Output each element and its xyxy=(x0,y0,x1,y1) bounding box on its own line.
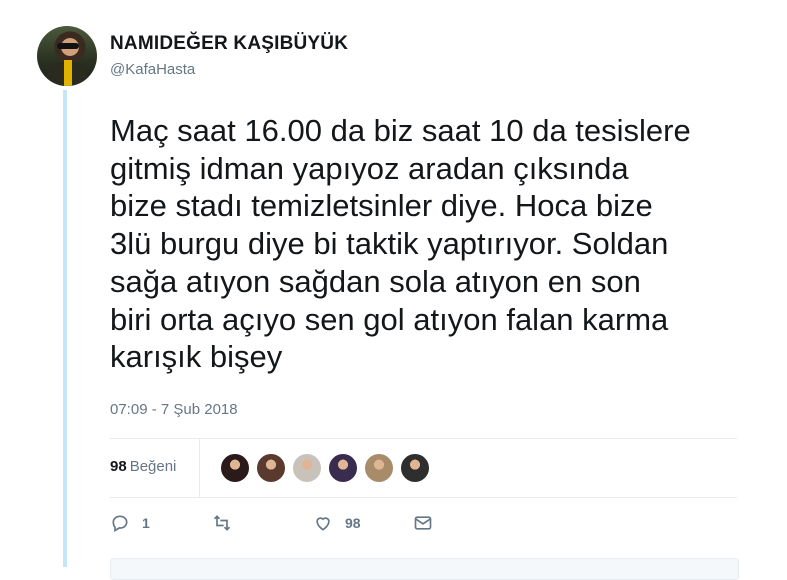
liker-avatar-4[interactable] xyxy=(328,453,358,483)
liker-avatar-2[interactable] xyxy=(256,453,286,483)
reply-button[interactable]: 1 xyxy=(110,513,150,533)
reply-icon xyxy=(112,515,128,532)
liker-avatar-6[interactable] xyxy=(400,453,430,483)
author-display-name[interactable]: NAMIDEĞER KAŞIBÜYÜK xyxy=(110,33,348,55)
heart-icon xyxy=(316,517,330,531)
stats-separator xyxy=(199,439,200,497)
divider-bottom xyxy=(110,497,737,498)
tweet-text: Maç saat 16.00 da biz saat 10 da tesisle… xyxy=(110,113,691,375)
like-count: 98 xyxy=(345,515,361,531)
liker-avatar-5[interactable] xyxy=(364,453,394,483)
author-handle[interactable]: @KafaHasta xyxy=(110,61,195,78)
message-icon xyxy=(414,516,432,530)
avatar[interactable] xyxy=(37,26,97,86)
avatar-sunglasses xyxy=(57,43,79,49)
tweet-timestamp[interactable]: 07:09 - 7 Şub 2018 xyxy=(110,401,238,418)
thread-connector-line xyxy=(63,90,67,567)
tweet-actions: 1 98 xyxy=(110,513,737,543)
reply-count: 1 xyxy=(142,515,150,531)
like-button[interactable]: 98 xyxy=(313,513,361,533)
retweet-icon xyxy=(213,515,231,531)
likes-label: Beğeni xyxy=(129,458,177,475)
liker-avatar-1[interactable] xyxy=(220,453,250,483)
retweet-button[interactable] xyxy=(212,513,244,533)
stats-row: 98 Beğeni xyxy=(110,439,737,497)
liker-avatar-3[interactable] xyxy=(292,453,322,483)
likes-stat[interactable]: 98 Beğeni xyxy=(110,458,176,475)
reply-input-box[interactable] xyxy=(110,558,739,580)
direct-message-button[interactable] xyxy=(413,513,445,533)
avatar-scarf xyxy=(64,60,72,86)
likes-count: 98 xyxy=(110,458,127,475)
